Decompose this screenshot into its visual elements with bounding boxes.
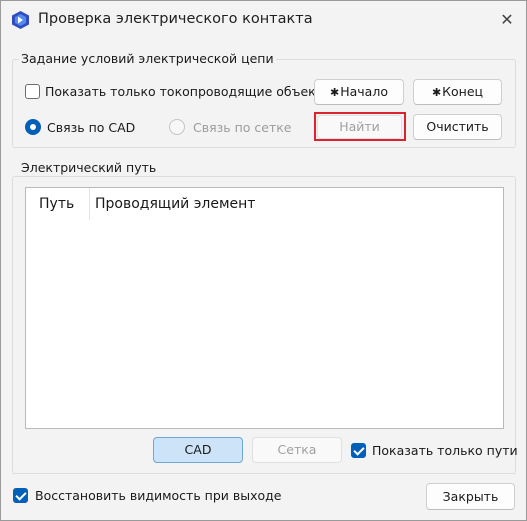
- find-button-highlight: [314, 112, 406, 141]
- pointer-pick-icon: ✱: [431, 86, 442, 99]
- radio-cad[interactable]: [25, 119, 41, 135]
- cad-view-button[interactable]: CAD: [153, 437, 243, 463]
- show-only-paths-label: Показать только пути: [372, 443, 518, 458]
- app-logo-icon: [12, 11, 29, 29]
- start-button-label: Начало: [340, 84, 388, 99]
- pointer-pick-icon: ✱: [330, 86, 340, 99]
- end-button[interactable]: ✱Конец: [413, 79, 502, 105]
- close-button[interactable]: Закрыть: [426, 483, 515, 510]
- dialog-window: Проверка электрического контакта ✕ Задан…: [0, 0, 527, 521]
- radio-grid-label: Связь по сетке: [193, 120, 292, 135]
- radio-grid[interactable]: [169, 119, 185, 135]
- path-group-label: Электрический путь: [19, 160, 159, 175]
- show-conductive-checkbox[interactable]: [25, 84, 40, 99]
- restore-visibility-checkbox[interactable]: [13, 488, 28, 503]
- show-conductive-label: Показать только токопроводящие объекты: [45, 84, 333, 99]
- title-bar: Проверка электрического контакта ✕: [1, 1, 526, 40]
- column-header-conductive-element[interactable]: Проводящий элемент: [95, 196, 255, 212]
- window-title: Проверка электрического контакта: [38, 11, 313, 27]
- end-button-label: Конец: [442, 84, 484, 99]
- show-only-paths-checkbox[interactable]: [351, 443, 366, 458]
- close-icon[interactable]: ✕: [496, 9, 518, 31]
- radio-cad-label: Связь по CAD: [47, 120, 136, 135]
- grid-view-button[interactable]: Сетка: [252, 437, 342, 463]
- start-button[interactable]: ✱Начало: [314, 79, 404, 105]
- column-separator[interactable]: [89, 188, 90, 220]
- path-list[interactable]: Путь Проводящий элемент: [25, 187, 504, 429]
- conditions-group-label: Задание условий электрической цепи: [19, 51, 276, 66]
- clear-button[interactable]: Очистить: [413, 114, 502, 140]
- column-header-path[interactable]: Путь: [39, 196, 74, 212]
- restore-visibility-label: Восстановить видимость при выходе: [35, 488, 282, 503]
